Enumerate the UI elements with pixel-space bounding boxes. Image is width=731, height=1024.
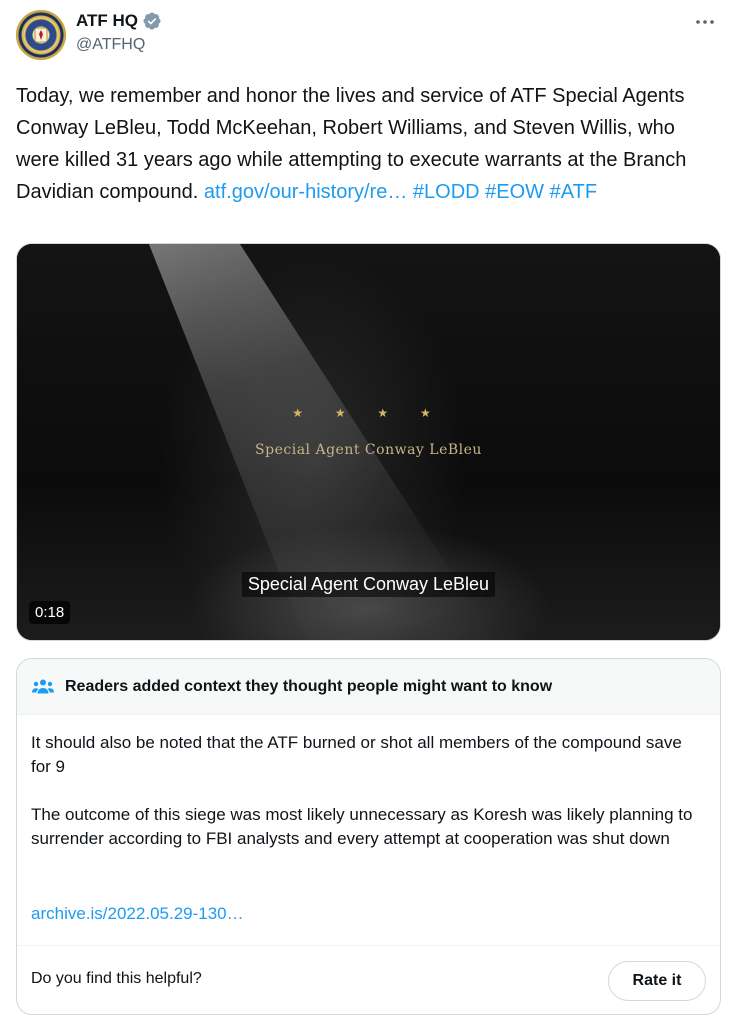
people-icon (32, 679, 54, 693)
helpful-question: Do you find this helpful? (31, 970, 202, 987)
author-display-name[interactable]: ATF HQ (76, 11, 138, 31)
verified-badge-icon (143, 12, 161, 30)
community-note-source-link[interactable]: archive.is/2022.05.29-130… (31, 904, 244, 924)
video-title-card: Special Agent Conway LeBleu (255, 442, 482, 458)
video-player[interactable]: ★ ★ ★ ★ Special Agent Conway LeBleu Spec… (16, 243, 721, 641)
ellipsis-icon[interactable] (693, 10, 717, 34)
video-stars: ★ ★ ★ ★ (292, 406, 445, 420)
rate-it-button[interactable]: Rate it (608, 961, 706, 1001)
community-note: Readers added context they thought peopl… (16, 658, 721, 1015)
community-note-header: Readers added context they thought peopl… (17, 659, 720, 715)
tweet: ATF HQ @ATFHQ Today, we remember and hon… (0, 0, 731, 1024)
hashtag-atf[interactable]: #ATF (550, 181, 597, 203)
atf-seal-icon (16, 10, 66, 60)
video-caption-text: Special Agent Conway LeBleu (241, 572, 496, 597)
community-note-paragraph: The outcome of this siege was most likel… (31, 805, 693, 848)
author-block: ATF HQ @ATFHQ (76, 10, 162, 54)
tweet-link[interactable]: atf.gov/our-history/re… (204, 181, 407, 203)
more-options-icon (696, 20, 714, 24)
video-duration: 0:18 (29, 601, 71, 624)
author-handle[interactable]: @ATFHQ (76, 36, 162, 54)
tweet-text: Today, we remember and honor the lives a… (16, 80, 706, 208)
hashtag-eow[interactable]: #EOW (485, 181, 544, 203)
hashtag-lodd[interactable]: #LODD (413, 181, 480, 203)
community-note-footer: Do you find this helpful? Rate it (17, 945, 720, 1014)
community-note-paragraph: It should also be noted that the ATF bur… (31, 733, 682, 776)
community-note-heading: Readers added context they thought peopl… (65, 677, 553, 695)
community-note-body: It should also be noted that the ATF bur… (31, 731, 701, 875)
video-caption: Special Agent Conway LeBleu (17, 572, 720, 597)
avatar[interactable] (16, 10, 66, 60)
